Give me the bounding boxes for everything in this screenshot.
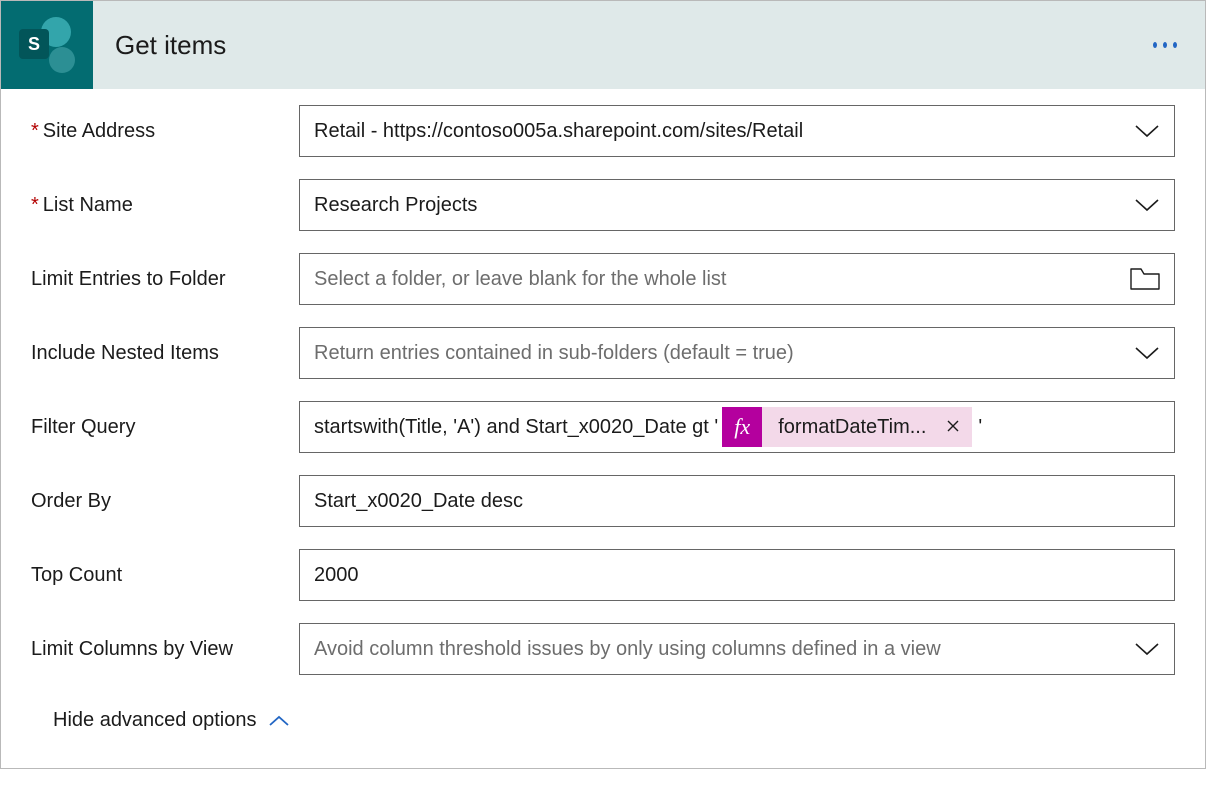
sharepoint-logo-letter: S bbox=[19, 29, 49, 59]
row-filter-query: Filter Query startswith(Title, 'A') and … bbox=[31, 401, 1175, 453]
label-top-count: Top Count bbox=[31, 564, 299, 587]
more-options-button[interactable] bbox=[1153, 42, 1205, 48]
chevron-up-icon bbox=[268, 715, 290, 727]
ellipsis-icon bbox=[1153, 42, 1157, 48]
required-star: * bbox=[31, 120, 39, 142]
row-site-address: *Site Address Retail - https://contoso00… bbox=[31, 105, 1175, 157]
label-include-nested: Include Nested Items bbox=[31, 342, 299, 365]
row-list-name: *List Name Research Projects bbox=[31, 179, 1175, 231]
chevron-down-icon bbox=[1134, 124, 1160, 138]
order-by-value: Start_x0020_Date desc bbox=[314, 490, 1160, 513]
folder-picker-icon[interactable] bbox=[1130, 268, 1160, 290]
limit-columns-placeholder: Avoid column threshold issues by only us… bbox=[314, 638, 1124, 661]
label-filter-query: Filter Query bbox=[31, 416, 299, 439]
site-address-dropdown[interactable]: Retail - https://contoso005a.sharepoint.… bbox=[299, 105, 1175, 157]
site-address-value: Retail - https://contoso005a.sharepoint.… bbox=[314, 120, 1124, 143]
filter-query-text-suffix: ' bbox=[978, 416, 982, 439]
row-top-count: Top Count 2000 bbox=[31, 549, 1175, 601]
row-include-nested: Include Nested Items Return entries cont… bbox=[31, 327, 1175, 379]
chevron-down-icon bbox=[1134, 346, 1160, 360]
list-name-dropdown[interactable]: Research Projects bbox=[299, 179, 1175, 231]
include-nested-dropdown[interactable]: Return entries contained in sub-folders … bbox=[299, 327, 1175, 379]
action-header[interactable]: S Get items bbox=[1, 1, 1205, 89]
action-title: Get items bbox=[93, 30, 1153, 61]
limit-columns-dropdown[interactable]: Avoid column threshold issues by only us… bbox=[299, 623, 1175, 675]
top-count-input[interactable]: 2000 bbox=[299, 549, 1175, 601]
chevron-down-icon bbox=[1134, 642, 1160, 656]
expression-token-label: formatDateTim... bbox=[762, 416, 942, 439]
form-body: *Site Address Retail - https://contoso00… bbox=[1, 89, 1205, 768]
row-order-by: Order By Start_x0020_Date desc bbox=[31, 475, 1175, 527]
filter-query-text-prefix: startswith(Title, 'A') and Start_x0020_D… bbox=[314, 416, 718, 439]
label-limit-folder: Limit Entries to Folder bbox=[31, 268, 299, 291]
sharepoint-logo: S bbox=[1, 1, 93, 89]
row-limit-folder: Limit Entries to Folder Select a folder,… bbox=[31, 253, 1175, 305]
top-count-value: 2000 bbox=[314, 564, 1160, 587]
filter-query-input[interactable]: startswith(Title, 'A') and Start_x0020_D… bbox=[299, 401, 1175, 453]
action-card: S Get items *Site Address Retail - https… bbox=[0, 0, 1206, 769]
order-by-input[interactable]: Start_x0020_Date desc bbox=[299, 475, 1175, 527]
label-list-name: *List Name bbox=[31, 194, 299, 217]
fx-icon: fx bbox=[722, 407, 762, 447]
required-star: * bbox=[31, 194, 39, 216]
label-site-address: *Site Address bbox=[31, 120, 299, 143]
label-order-by: Order By bbox=[31, 490, 299, 513]
chevron-down-icon bbox=[1134, 198, 1160, 212]
row-limit-columns: Limit Columns by View Avoid column thres… bbox=[31, 623, 1175, 675]
expression-token[interactable]: fx formatDateTim... bbox=[722, 407, 972, 447]
include-nested-placeholder: Return entries contained in sub-folders … bbox=[314, 342, 1124, 365]
advanced-options-label: Hide advanced options bbox=[53, 709, 256, 732]
remove-token-button[interactable] bbox=[942, 416, 964, 439]
limit-folder-input[interactable]: Select a folder, or leave blank for the … bbox=[299, 253, 1175, 305]
label-limit-columns: Limit Columns by View bbox=[31, 638, 299, 661]
list-name-value: Research Projects bbox=[314, 194, 1124, 217]
limit-folder-placeholder: Select a folder, or leave blank for the … bbox=[314, 268, 1120, 291]
hide-advanced-options-toggle[interactable]: Hide advanced options bbox=[31, 697, 1175, 760]
